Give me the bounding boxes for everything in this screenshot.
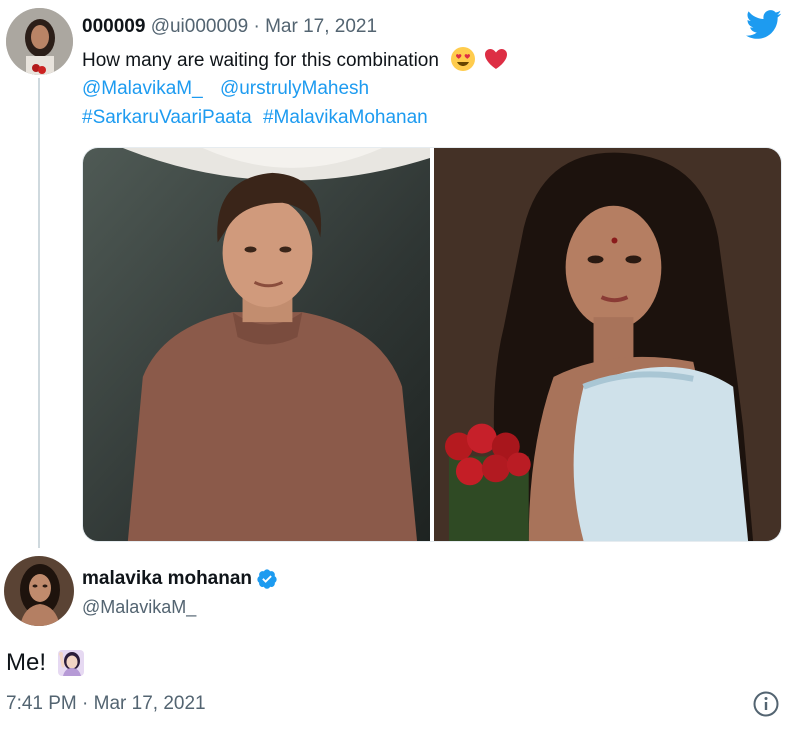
tweet-header: 000009 @ui000009 · Mar 17, 2021 (82, 16, 377, 38)
mentions-line: @MalavikaM_ @urstrulyMahesh (82, 78, 381, 100)
tweet-body: How many are waiting for this combinatio… (82, 50, 439, 71)
tweet-text: Me! (6, 648, 86, 678)
hashtags-line: #SarkaruVaariPaata #MalavikaMohanan (82, 107, 434, 129)
twitter-bird-icon (746, 10, 782, 39)
mention-link[interactable]: @urstrulyMahesh (220, 78, 369, 99)
verified-badge-icon (257, 569, 277, 589)
user-handle[interactable]: @MalavikaM_ (82, 597, 196, 618)
tweet-date[interactable]: Mar 17, 2021 (265, 16, 377, 37)
display-name-text[interactable]: malavika mohanan (82, 568, 252, 590)
hashtag-link[interactable]: #MalavikaMohanan (263, 107, 428, 128)
tweet-timestamp[interactable]: 7:41 PM · Mar 17, 2021 (6, 693, 206, 715)
hashtag-link[interactable]: #SarkaruVaariPaata (82, 107, 252, 128)
info-icon[interactable] (752, 690, 780, 718)
red-heart-emoji-icon (484, 49, 507, 69)
woman-raising-hand-emoji-icon (58, 650, 85, 676)
tweet-media-grid (82, 147, 782, 542)
separator-dot: · (253, 16, 260, 37)
mention-link[interactable]: @MalavikaM_ (82, 78, 203, 99)
display-name[interactable]: malavika mohanan (82, 568, 278, 590)
tweet-text: How many are waiting for this combinatio… (82, 46, 509, 72)
avatar[interactable] (4, 556, 74, 626)
media-photo-left[interactable] (83, 148, 430, 541)
user-handle[interactable]: @ui000009 (151, 16, 248, 37)
avatar[interactable] (6, 8, 73, 75)
display-name[interactable]: 000009 (82, 16, 145, 37)
media-photo-right[interactable] (434, 148, 781, 541)
tweet-body: Me! (6, 649, 47, 676)
heart-eyes-emoji-icon (451, 47, 476, 71)
thread-connector-line (38, 78, 40, 548)
